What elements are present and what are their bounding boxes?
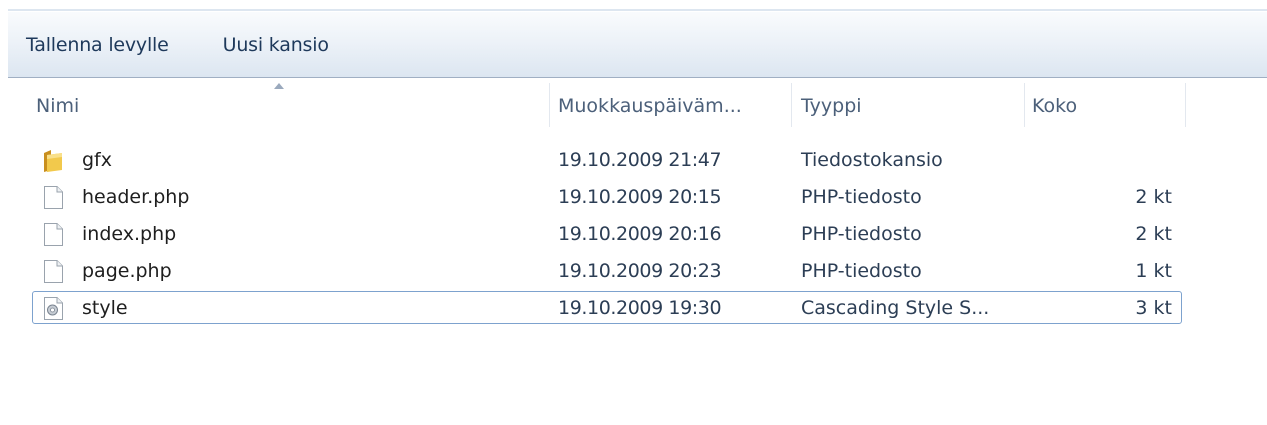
file-modified: 19.10.2009 19:30	[558, 297, 722, 319]
file-modified: 19.10.2009 20:16	[558, 223, 722, 245]
file-row-selected[interactable]: style 19.10.2009 19:30 Cascading Style S…	[8, 290, 1267, 327]
file-name: page.php	[82, 260, 172, 282]
save-to-disk-button[interactable]: Tallenna levylle	[26, 34, 169, 56]
column-divider[interactable]	[549, 83, 550, 127]
file-size: 2 kt	[1135, 186, 1172, 208]
file-row[interactable]: header.php 19.10.2009 20:15 PHP-tiedosto…	[8, 179, 1267, 216]
file-name: style	[82, 297, 128, 319]
file-type: Cascading Style S...	[801, 297, 990, 319]
column-header-row: Nimi Muokkauspäiväm... Tyyppi Koko	[8, 79, 1267, 133]
column-header-modified[interactable]: Muokkauspäiväm...	[558, 79, 788, 133]
file-row[interactable]: page.php 19.10.2009 20:23 PHP-tiedosto 1…	[8, 253, 1267, 290]
command-bar: Tallenna levylle Uusi kansio	[8, 12, 1267, 78]
column-divider[interactable]	[1024, 83, 1025, 127]
column-header-size[interactable]: Koko	[1032, 79, 1182, 133]
file-size: 2 kt	[1135, 223, 1172, 245]
window-top-edge	[0, 0, 1267, 11]
file-icon	[44, 260, 63, 283]
file-name: gfx	[82, 149, 112, 171]
file-dialog: Tallenna levylle Uusi kansio Nimi Muokka…	[0, 0, 1267, 425]
file-modified: 19.10.2009 20:23	[558, 260, 722, 282]
new-folder-button[interactable]: Uusi kansio	[223, 34, 329, 56]
file-list: gfx 19.10.2009 21:47 Tiedostokansio head…	[8, 142, 1267, 327]
file-size: 1 kt	[1135, 260, 1172, 282]
file-type: PHP-tiedosto	[801, 186, 922, 208]
file-type: PHP-tiedosto	[801, 223, 922, 245]
file-icon	[44, 223, 63, 246]
css-file-icon	[44, 297, 63, 320]
file-name: header.php	[82, 186, 190, 208]
file-size: 3 kt	[1135, 297, 1172, 319]
file-type: Tiedostokansio	[801, 149, 943, 171]
folder-icon	[44, 150, 62, 172]
file-type: PHP-tiedosto	[801, 260, 922, 282]
column-divider[interactable]	[1185, 83, 1186, 127]
column-header-type[interactable]: Tyyppi	[801, 79, 1021, 133]
file-modified: 19.10.2009 20:15	[558, 186, 722, 208]
file-icon	[44, 186, 63, 209]
file-size	[1032, 142, 1172, 179]
file-row[interactable]: index.php 19.10.2009 20:16 PHP-tiedosto …	[8, 216, 1267, 253]
file-row[interactable]: gfx 19.10.2009 21:47 Tiedostokansio	[8, 142, 1267, 179]
file-modified: 19.10.2009 21:47	[558, 149, 722, 171]
column-divider[interactable]	[791, 83, 792, 127]
column-header-name[interactable]: Nimi	[36, 79, 546, 133]
file-name: index.php	[82, 223, 177, 245]
